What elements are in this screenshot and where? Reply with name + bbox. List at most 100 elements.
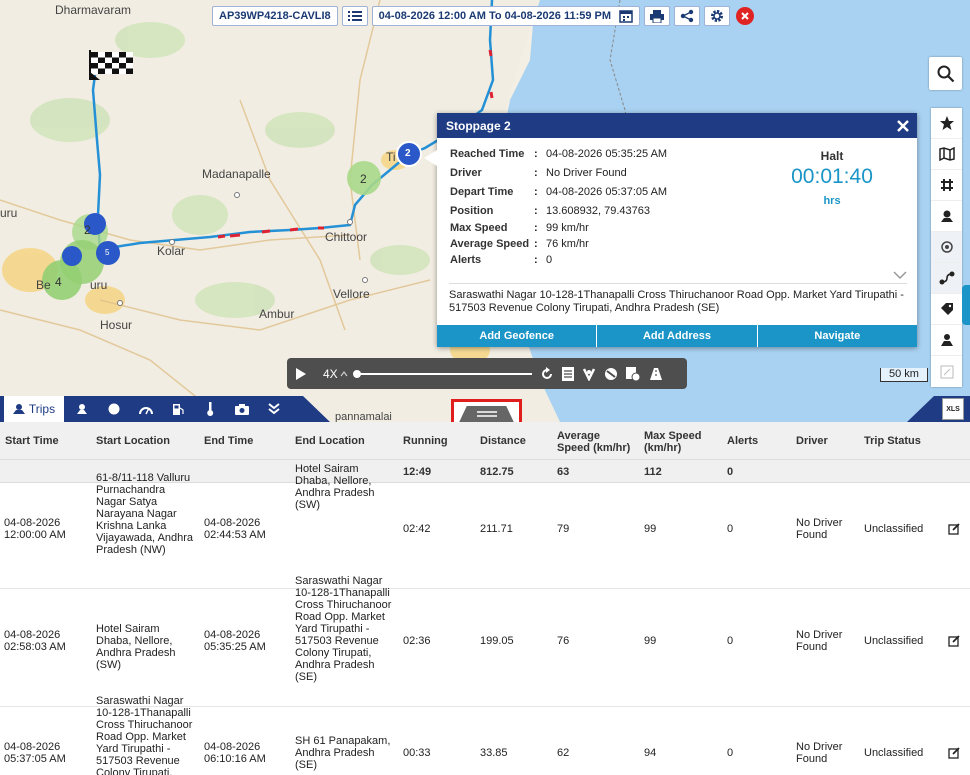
edit-icon[interactable] — [948, 747, 960, 759]
cluster-count[interactable]: 2 — [84, 223, 91, 237]
cluster-count[interactable]: 2 — [360, 172, 367, 186]
cell-alerts: 0 — [727, 747, 734, 759]
poi-tool[interactable] — [931, 201, 962, 232]
fullscreen-tool[interactable] — [931, 356, 962, 387]
popup-row-key: Average Speed — [450, 238, 530, 250]
add-address-button[interactable]: Add Address — [597, 325, 758, 347]
cell-max-speed: 94 — [644, 747, 657, 759]
cluster-count[interactable]: 4 — [55, 275, 62, 289]
cell-start-location: Hotel Sairam Dhaba, Nellore, Andhra Prad… — [96, 623, 176, 671]
tab-idle[interactable] — [100, 396, 128, 422]
col-max-speed[interactable]: Max Speed (km/hr) — [644, 430, 714, 454]
cell-start-location: 61-8/11-118 Valluru Purnachandra Nagar S… — [96, 472, 194, 556]
tab-speed[interactable] — [132, 396, 160, 422]
landmark-tool[interactable] — [931, 325, 962, 356]
cell-trip-status: Unclassified — [864, 747, 924, 759]
speedometer-icon — [139, 407, 153, 415]
side-panel-toggle[interactable] — [962, 285, 970, 325]
tab-temperature[interactable] — [196, 396, 224, 422]
col-alerts[interactable]: Alerts — [727, 435, 758, 447]
add-geofence-button[interactable]: Add Geofence — [437, 325, 598, 347]
report-icon[interactable] — [561, 366, 574, 381]
col-driver[interactable]: Driver — [796, 435, 828, 447]
stop-marker-label[interactable]: 5 — [105, 248, 109, 257]
table-row[interactable]: 04-08-2026 05:37:05 AM Saraswathi Nagar 1… — [0, 695, 970, 775]
export-xls-button[interactable]: XLS — [942, 398, 964, 420]
chevron-down-icon[interactable] — [893, 271, 907, 280]
map-scale: 50 km — [880, 368, 928, 382]
thermometer-icon — [207, 402, 214, 416]
col-end-time[interactable]: End Time — [204, 435, 253, 447]
playback-speed[interactable]: 4X — [323, 367, 338, 381]
cell-end-location: Hotel Sairam Dhaba, Nellore, Andhra Prad… — [295, 463, 375, 511]
map-label-kanchipuram: pannamalai — [335, 411, 392, 422]
close-button[interactable] — [736, 7, 755, 25]
close-icon — [741, 12, 749, 20]
traffic-tool[interactable] — [931, 232, 962, 263]
map-type-tool[interactable] — [931, 139, 962, 170]
tab-trips[interactable]: Trips — [4, 396, 64, 422]
circle-icon — [108, 403, 120, 415]
tag-tool[interactable] — [931, 294, 962, 325]
vehicle-list-button[interactable] — [341, 6, 368, 26]
popup-row: Alerts:0 — [450, 254, 552, 266]
grid-tool[interactable] — [931, 170, 962, 201]
map-label-uru-left: uru — [0, 206, 18, 220]
edit-icon[interactable] — [948, 523, 960, 535]
road-icon[interactable] — [648, 367, 664, 381]
print-button[interactable] — [644, 6, 671, 26]
share-button[interactable] — [674, 6, 701, 26]
popup-pointer — [424, 150, 437, 166]
cell-start-location: Saraswathi Nagar 10-128-1Thanapalli Cros… — [96, 695, 193, 775]
table-row[interactable]: 04-08-2026 12:00:00 AM 61-8/11-118 Vallur… — [0, 463, 970, 589]
double-chevron-down-icon — [268, 403, 280, 415]
divider — [449, 283, 907, 284]
col-avg-speed[interactable]: Average Speed (km/hr) — [557, 430, 632, 454]
stop-marker-label[interactable]: 2 — [405, 148, 411, 159]
navigate-button[interactable]: Navigate — [757, 325, 917, 347]
trips-table: Start Time Start Location End Time End L… — [0, 422, 970, 775]
fuel-report-icon[interactable] — [625, 366, 640, 381]
bottom-tab-bar: Trips — [0, 396, 330, 422]
edit-icon[interactable] — [948, 635, 960, 647]
popup-row-value: 99 km/hr — [546, 222, 589, 234]
halt-duration: 00:01:40 — [791, 165, 873, 188]
popup-row-value: 0 — [546, 254, 553, 266]
playback-slider[interactable] — [352, 369, 532, 378]
col-start-location[interactable]: Start Location — [96, 435, 170, 447]
replay-icon[interactable] — [540, 366, 554, 381]
col-end-location[interactable]: End Location — [295, 435, 365, 447]
cell-running: 02:42 — [403, 523, 431, 535]
tab-fuel[interactable] — [164, 396, 192, 422]
col-trip-status[interactable]: Trip Status — [864, 435, 921, 447]
tab-more[interactable] — [260, 396, 288, 422]
col-start-time[interactable]: Start Time — [5, 435, 59, 447]
table-row[interactable]: 04-08-2026 02:58:03 AM Hotel Sairam Dhaba… — [0, 575, 970, 707]
map-tools-panel — [931, 108, 962, 387]
popup-row-key: Reached Time — [450, 148, 525, 160]
table-header: Start Time Start Location End Time End L… — [0, 422, 970, 460]
col-running[interactable]: Running — [403, 435, 448, 447]
favorite-tool[interactable] — [931, 108, 962, 139]
popup-row-value: 04-08-2026 05:37:05 AM — [546, 186, 668, 198]
popup-row: Driver: No Driver Found — [450, 167, 627, 179]
calendar-icon[interactable] — [619, 9, 633, 23]
chevron-up-icon[interactable] — [340, 370, 348, 377]
no-entry-icon[interactable] — [604, 367, 618, 381]
close-icon[interactable] — [897, 119, 909, 132]
col-distance[interactable]: Distance — [480, 435, 526, 447]
tab-stops[interactable] — [68, 396, 96, 422]
tab-camera[interactable] — [228, 396, 256, 422]
waypoint-icon[interactable] — [582, 367, 596, 381]
map-search-button[interactable] — [929, 57, 962, 90]
popup-row: Depart Time:04-08-2026 05:37:05 AM — [450, 186, 667, 198]
vehicle-selector[interactable]: AP39WP4218-CAVLI8 — [212, 6, 338, 26]
settings-button[interactable] — [704, 6, 731, 26]
play-icon[interactable] — [295, 367, 307, 381]
cell-trip-status: Unclassified — [864, 635, 924, 647]
slider-handle[interactable] — [352, 369, 361, 378]
date-range-field[interactable]: 04-08-2026 12:00 AM To 04-08-2026 11:59 … — [371, 6, 641, 26]
popup-row: Average Speed:76 km/hr — [450, 238, 589, 250]
route-tool[interactable] — [931, 263, 962, 294]
drag-handle-icon — [459, 405, 514, 423]
